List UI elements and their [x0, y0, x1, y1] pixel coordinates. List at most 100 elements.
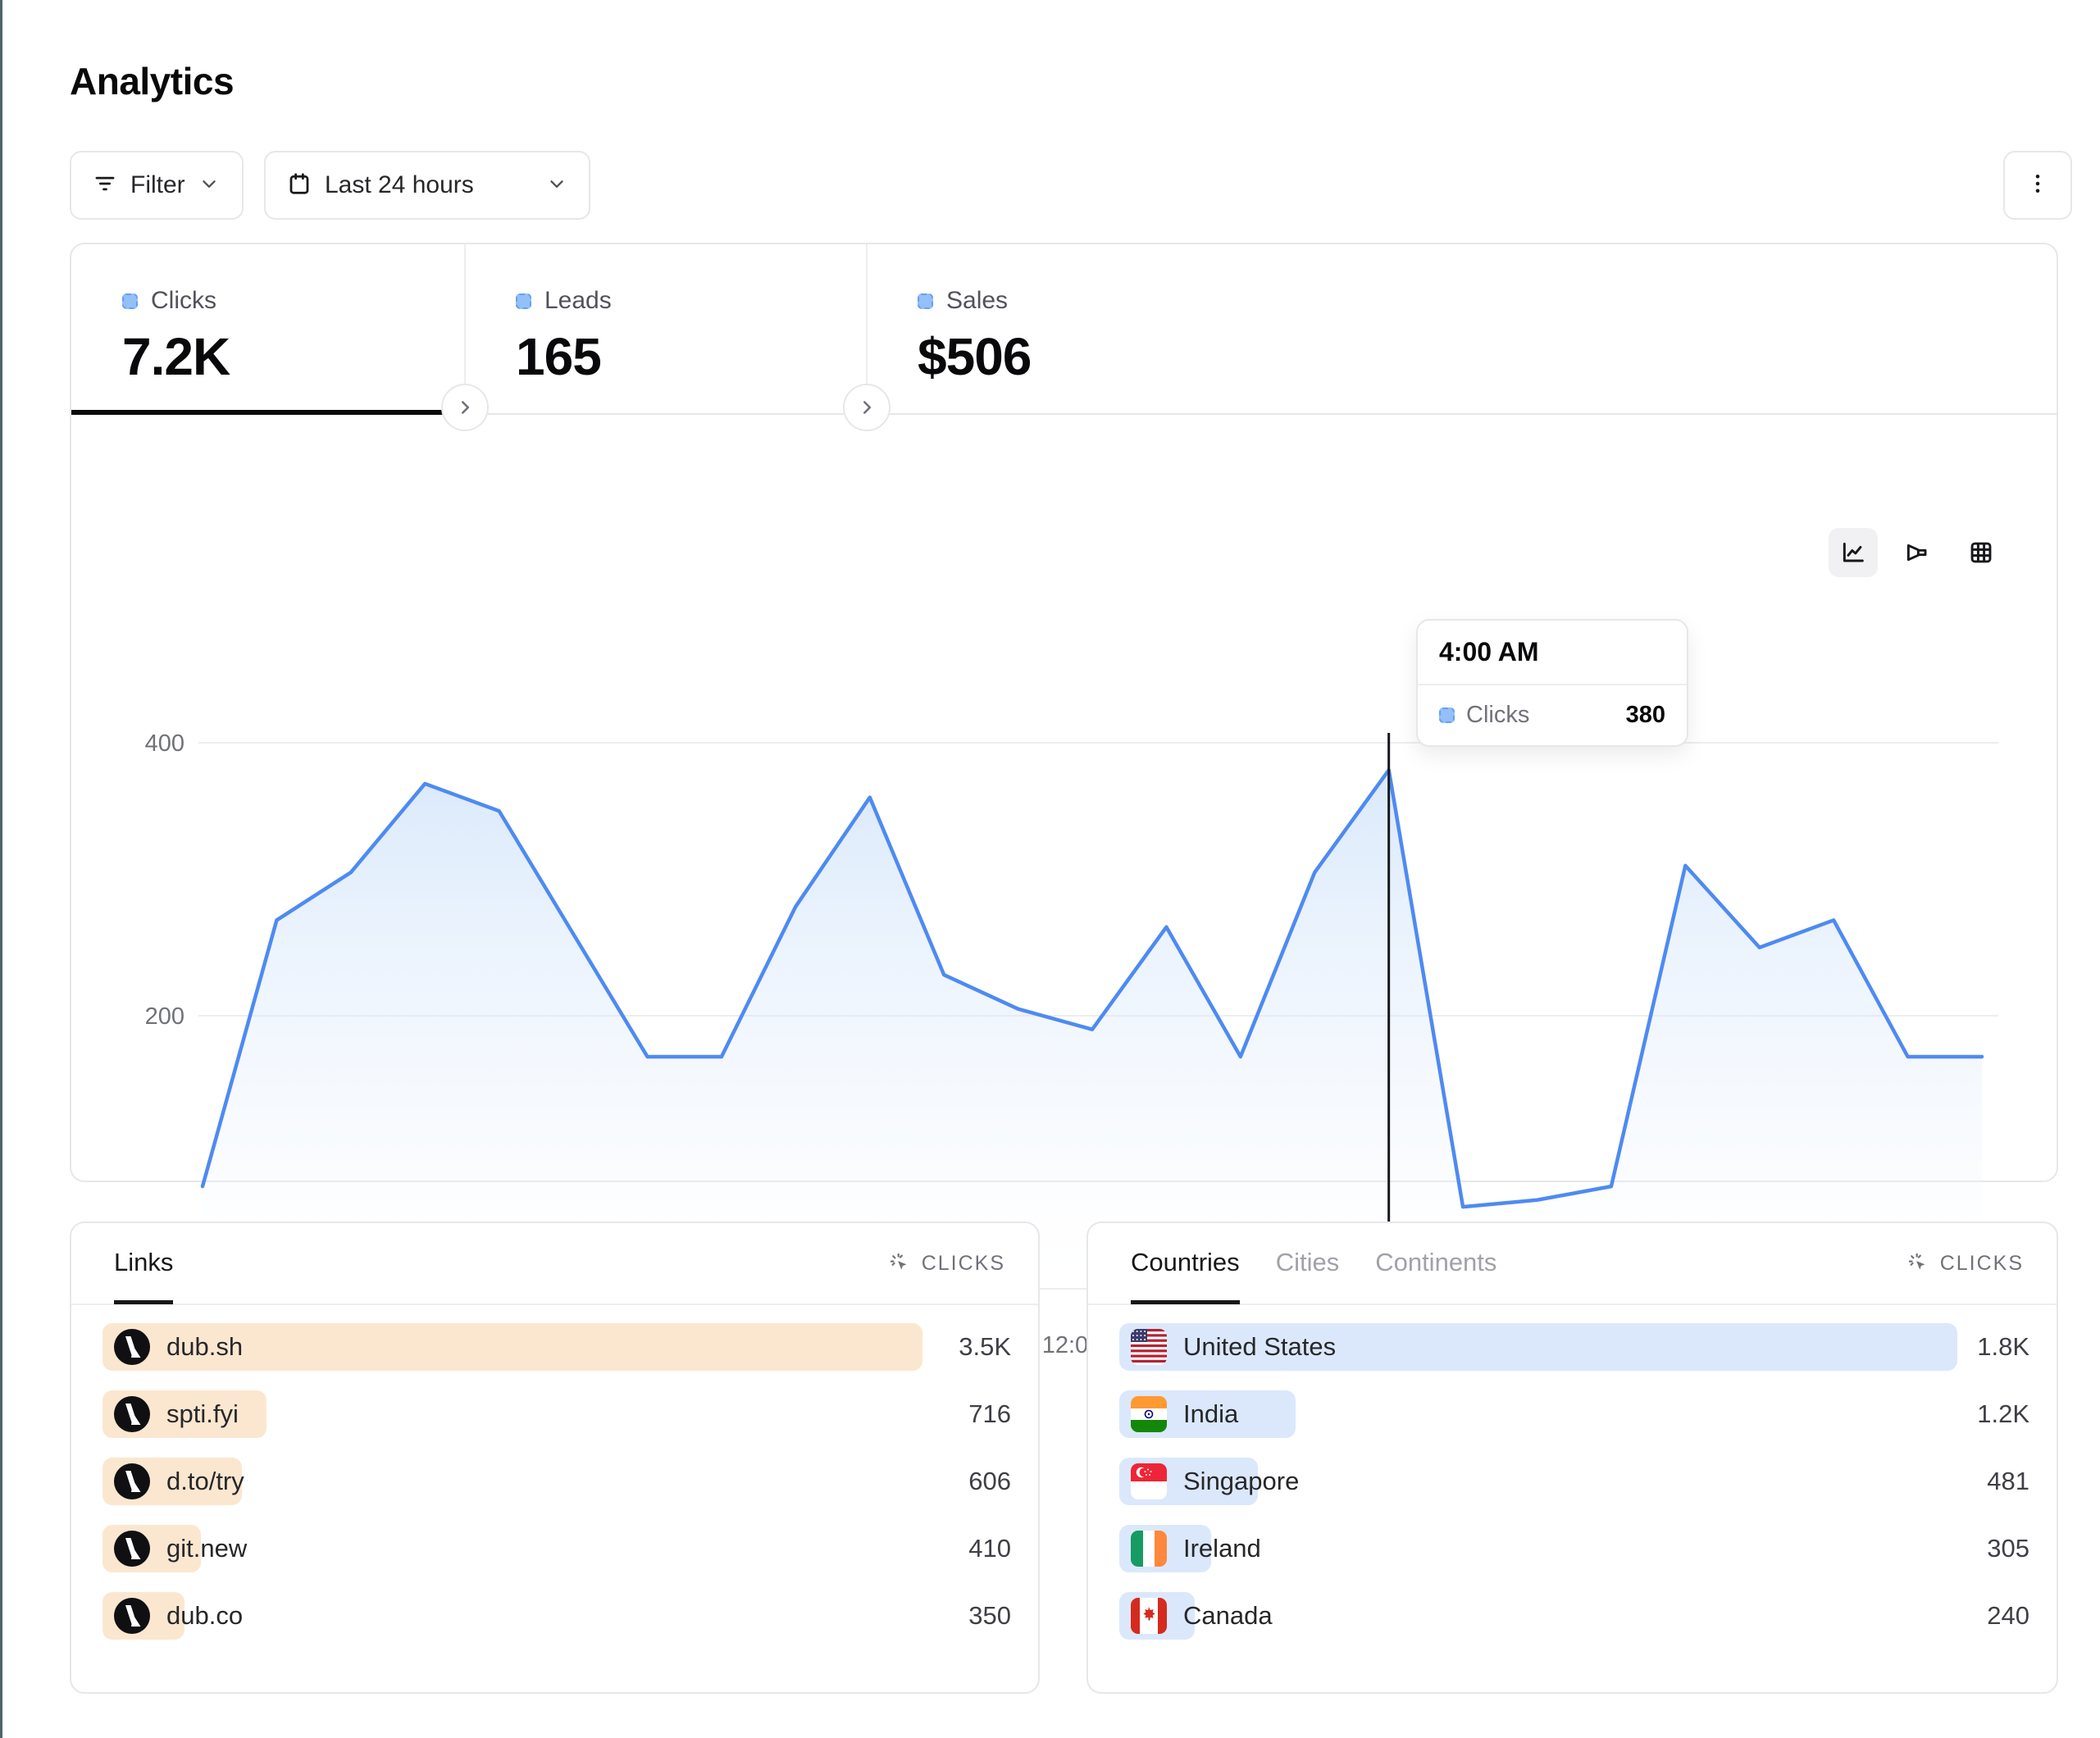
links-panel: Links CLICKS dub.sh 3.5K spti.fyi 716 d.to…: [70, 1222, 1040, 1694]
link-row[interactable]: d.to/try 606: [102, 1458, 1011, 1505]
flag-ie-icon: [1131, 1531, 1167, 1567]
country-label: Singapore: [1183, 1467, 1299, 1496]
link-row[interactable]: dub.sh 3.5K: [102, 1323, 1011, 1371]
y-axis-tick: 400: [145, 730, 184, 757]
link-row[interactable]: git.new 410: [102, 1525, 1011, 1572]
date-range-button[interactable]: Last 24 hours: [264, 151, 590, 220]
tab-countries[interactable]: Countries: [1131, 1224, 1240, 1304]
tab-cities[interactable]: Cities: [1276, 1224, 1340, 1304]
sales-legend-swatch: [918, 293, 933, 309]
flag-ca-icon: [1131, 1598, 1167, 1634]
link-label: git.new: [166, 1534, 247, 1563]
next-metric-button[interactable]: [441, 384, 489, 431]
link-row[interactable]: spti.fyi 716: [102, 1390, 1011, 1438]
countries-panel: Countries Cities Continents CLICKS Unite…: [1086, 1222, 2058, 1694]
tab-sales-label: Sales: [946, 287, 1008, 315]
tooltip-time: 4:00 AM: [1418, 621, 1687, 685]
country-value: 1.2K: [1977, 1390, 2029, 1438]
country-label: Canada: [1183, 1601, 1273, 1631]
country-value: 481: [1987, 1458, 2029, 1505]
tab-leads-value: 165: [516, 326, 867, 387]
page-title: Analytics: [70, 59, 234, 103]
dub-logo-icon: [114, 1598, 150, 1634]
links-metric-selector[interactable]: CLICKS: [889, 1252, 1005, 1276]
tooltip-series-name: Clicks: [1466, 702, 1615, 729]
flag-sg-icon: [1131, 1463, 1167, 1499]
calendar-icon: [287, 171, 312, 200]
flag-in-icon: [1131, 1396, 1167, 1432]
line-chart-view-button[interactable]: [1829, 528, 1878, 577]
analytics-page: Analytics Filter Last 24 hours Clicks: [0, 0, 2100, 1738]
funnel-view-button[interactable]: [1893, 528, 1942, 577]
link-row[interactable]: dub.co 350: [102, 1592, 1011, 1640]
tab-clicks-label: Clicks: [151, 287, 216, 315]
table-grid-icon: [1968, 539, 1994, 566]
chevron-down-icon: [546, 173, 567, 198]
cursor-click-icon: [1907, 1252, 1930, 1275]
country-label: Ireland: [1183, 1534, 1261, 1563]
tab-continents[interactable]: Continents: [1375, 1224, 1496, 1304]
tooltip-series-swatch: [1439, 707, 1455, 723]
link-label: d.to/try: [166, 1467, 244, 1496]
tab-sales[interactable]: Sales $506: [867, 244, 1269, 413]
next-metric-button[interactable]: [843, 384, 891, 431]
chevron-right-icon: [454, 397, 476, 418]
page-edge-strip: [0, 0, 2, 1738]
table-view-button[interactable]: [1957, 528, 2006, 577]
more-options-button[interactable]: [2003, 151, 2072, 220]
link-label: dub.sh: [166, 1332, 243, 1362]
flag-us-icon: [1131, 1329, 1167, 1365]
dub-logo-icon: [114, 1329, 150, 1365]
clicks-legend-swatch: [122, 293, 138, 309]
link-row-content: dub.co: [114, 1592, 243, 1640]
country-row-content: Ireland: [1131, 1525, 1261, 1572]
link-value: 716: [968, 1390, 1011, 1438]
country-value: 305: [1987, 1525, 2029, 1572]
chevron-down-icon: [198, 173, 220, 198]
dub-logo-icon: [114, 1531, 150, 1567]
country-value: 240: [1987, 1592, 2029, 1640]
link-row-content: git.new: [114, 1525, 247, 1572]
country-row[interactable]: Ireland 305: [1119, 1525, 2029, 1572]
y-axis-tick: 200: [145, 1003, 184, 1030]
country-row[interactable]: Singapore 481: [1119, 1458, 2029, 1505]
country-label: United States: [1183, 1332, 1336, 1362]
funnel-icon: [1904, 539, 1930, 566]
country-label: India: [1183, 1399, 1238, 1429]
link-value: 606: [968, 1458, 1011, 1505]
active-tab-underline: [71, 410, 465, 415]
link-value: 350: [968, 1592, 1011, 1640]
tab-clicks[interactable]: Clicks 7.2K: [71, 244, 465, 413]
date-range-label: Last 24 hours: [325, 171, 533, 199]
filter-lines-icon: [93, 171, 117, 200]
stats-tab-row: Clicks 7.2K Leads 165 Sales $506: [71, 244, 2057, 415]
filter-button[interactable]: Filter: [70, 151, 244, 220]
link-value: 410: [968, 1525, 1011, 1572]
analytics-chart-card: Clicks 7.2K Leads 165 Sales $506: [70, 243, 2058, 1182]
country-row[interactable]: Canada 240: [1119, 1592, 2029, 1640]
tab-leads[interactable]: Leads 165: [465, 244, 867, 413]
links-panel-header: Links CLICKS: [71, 1223, 1038, 1305]
countries-metric-selector[interactable]: CLICKS: [1907, 1252, 2024, 1276]
link-label: spti.fyi: [166, 1399, 239, 1429]
country-row-content: Canada: [1131, 1592, 1273, 1640]
country-row-content: Singapore: [1131, 1458, 1299, 1505]
tooltip-series-value: 380: [1626, 702, 1665, 729]
country-value: 1.8K: [1977, 1323, 2029, 1371]
chart-view-toggles: [1829, 528, 2006, 577]
dub-logo-icon: [114, 1463, 150, 1499]
cursor-click-icon: [889, 1252, 912, 1275]
dub-logo-icon: [114, 1396, 150, 1432]
countries-metric-label: CLICKS: [1940, 1252, 2024, 1276]
chart-tooltip: 4:00 AM Clicks 380: [1416, 619, 1688, 747]
tab-leads-label: Leads: [544, 287, 612, 315]
line-chart-icon: [1840, 539, 1866, 566]
link-label: dub.co: [166, 1601, 243, 1631]
tab-links[interactable]: Links: [114, 1224, 173, 1304]
leads-legend-swatch: [516, 293, 531, 309]
country-row[interactable]: United States 1.8K: [1119, 1323, 2029, 1371]
link-value: 3.5K: [959, 1323, 1011, 1371]
country-row[interactable]: India 1.2K: [1119, 1390, 2029, 1438]
countries-panel-header: Countries Cities Continents CLICKS: [1088, 1223, 2057, 1305]
chevron-right-icon: [856, 397, 877, 418]
